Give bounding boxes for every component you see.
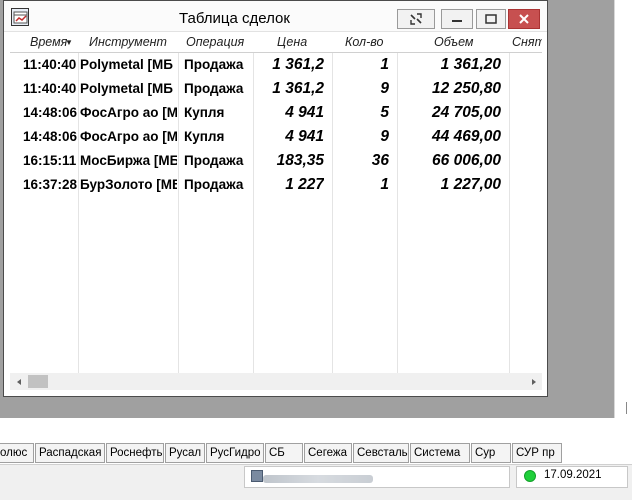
sort-desc-icon[interactable]: ▼ xyxy=(65,32,77,53)
arrow-left-icon xyxy=(16,378,21,385)
desktop-vertical-scrollbar[interactable] xyxy=(614,0,632,418)
cell-quantity: 5 xyxy=(380,104,389,121)
cell-volume: 24 705,00 xyxy=(432,104,501,121)
cell-volume: 1 227,00 xyxy=(440,176,501,193)
close-button[interactable] xyxy=(508,9,540,29)
tab-instrument[interactable]: олюс xyxy=(0,443,34,463)
tab-instrument[interactable]: Севсталь xyxy=(353,443,409,463)
tab-instrument[interactable]: РусГидро xyxy=(206,443,264,463)
tab-instrument[interactable]: Роснефть xyxy=(106,443,164,463)
header-instrument[interactable]: Инструмент xyxy=(89,32,177,53)
scroll-left-button[interactable] xyxy=(10,373,27,390)
table-row[interactable]: 11:40:40 Polymetal [МБ Продажа 1 361,2 1… xyxy=(10,53,542,77)
tab-instrument[interactable]: Система xyxy=(410,443,470,463)
tab-instrument[interactable]: СУР пр xyxy=(512,443,562,463)
table-header: Время ▼ Инструмент Операция Цена Кол-во … xyxy=(10,32,542,53)
close-icon xyxy=(519,14,529,24)
cell-time: 16:15:11 xyxy=(23,153,77,168)
scroll-thumb[interactable] xyxy=(28,375,48,388)
trades-window: Таблица сделок Время ▼ Инструмент Операц… xyxy=(3,0,548,397)
status-server-field xyxy=(244,466,510,488)
connection-indicator-icon xyxy=(524,470,536,482)
tab-instrument[interactable]: Распадская xyxy=(35,443,105,463)
cell-price: 183,35 xyxy=(276,152,324,169)
minimize-button[interactable] xyxy=(441,9,473,29)
server-icon xyxy=(251,470,263,482)
link-toggle-button[interactable] xyxy=(397,9,435,29)
cell-quantity: 1 xyxy=(380,56,389,73)
table-row[interactable]: 14:48:06 ФосАгро ао [М Купля 4 941 9 44 … xyxy=(10,125,542,149)
maximize-button[interactable] xyxy=(476,9,506,29)
header-operation[interactable]: Операция xyxy=(186,32,252,53)
cell-instrument: ФосАгро ао [М xyxy=(80,129,177,144)
cell-time: 11:40:40 xyxy=(23,81,77,96)
cell-operation: Продажа xyxy=(184,57,244,72)
cell-volume: 1 361,20 xyxy=(440,56,501,73)
header-price[interactable]: Цена xyxy=(277,32,331,53)
header-quantity[interactable]: Кол-во xyxy=(345,32,397,53)
trades-table: Время ▼ Инструмент Операция Цена Кол-во … xyxy=(10,32,542,373)
header-time[interactable]: Время xyxy=(30,32,68,53)
cell-time: 14:48:06 xyxy=(23,105,77,120)
cell-instrument: Polymetal [МБ xyxy=(80,81,173,96)
cell-volume: 12 250,80 xyxy=(432,80,501,97)
window-title: Таблица сделок xyxy=(179,10,290,27)
cell-quantity: 1 xyxy=(380,176,389,193)
horizontal-scrollbar[interactable] xyxy=(10,373,542,390)
table-row[interactable]: 16:15:11 МосБиржа [МБ Продажа 183,35 36 … xyxy=(10,149,542,173)
cell-instrument: МосБиржа [МБ xyxy=(80,153,177,168)
link-icon xyxy=(410,13,422,25)
right-edge xyxy=(632,0,643,500)
cell-time: 16:37:28 xyxy=(23,177,77,192)
cell-operation: Купля xyxy=(184,129,225,144)
table-row[interactable]: 11:40:40 Polymetal [МБ Продажа 1 361,2 9… xyxy=(10,77,542,101)
cell-operation: Продажа xyxy=(184,177,244,192)
cell-instrument: ФосАгро ао [М xyxy=(80,105,177,120)
cell-instrument: БурЗолото [МБ xyxy=(80,177,177,192)
cell-quantity: 36 xyxy=(371,152,389,169)
cell-operation: Купля xyxy=(184,105,225,120)
cell-operation: Продажа xyxy=(184,81,244,96)
redacted-text xyxy=(263,475,373,483)
cell-quantity: 9 xyxy=(380,80,389,97)
tab-instrument[interactable]: Сегежа xyxy=(304,443,352,463)
cell-time: 14:48:06 xyxy=(23,129,77,144)
cell-volume: 66 006,00 xyxy=(432,152,501,169)
desktop-footer-gap xyxy=(0,418,632,442)
header-volume[interactable]: Объем xyxy=(434,32,508,53)
cell-instrument: Polymetal [МБ xyxy=(80,57,173,72)
tab-instrument[interactable]: СБ xyxy=(265,443,303,463)
table-row[interactable]: 14:48:06 ФосАгро ао [М Купля 4 941 5 24 … xyxy=(10,101,542,125)
scroll-right-button[interactable] xyxy=(525,373,542,390)
cell-price: 4 941 xyxy=(285,104,324,121)
cell-price: 1 361,2 xyxy=(272,56,324,73)
cell-time: 11:40:40 xyxy=(23,57,77,72)
tab-instrument[interactable]: Сур xyxy=(471,443,511,463)
maximize-icon xyxy=(485,14,497,24)
header-withdrawn[interactable]: Снят xyxy=(512,32,542,53)
cell-volume: 44 469,00 xyxy=(432,128,501,145)
title-bar[interactable]: Таблица сделок xyxy=(4,1,547,32)
cell-price: 4 941 xyxy=(285,128,324,145)
cell-operation: Продажа xyxy=(184,153,244,168)
cell-quantity: 9 xyxy=(380,128,389,145)
cell-price: 1 227 xyxy=(285,176,324,193)
cell-price: 1 361,2 xyxy=(272,80,324,97)
tab-instrument[interactable]: Русал xyxy=(165,443,205,463)
arrow-right-icon xyxy=(531,378,536,385)
table-window-icon[interactable] xyxy=(11,8,29,26)
minimize-icon xyxy=(452,20,462,22)
status-date: 17.09.2021 xyxy=(544,469,602,481)
instrument-tabs: олюс Распадская Роснефть Русал РусГидро … xyxy=(0,443,632,464)
table-row[interactable]: 16:37:28 БурЗолото [МБ Продажа 1 227 1 1… xyxy=(10,173,542,197)
